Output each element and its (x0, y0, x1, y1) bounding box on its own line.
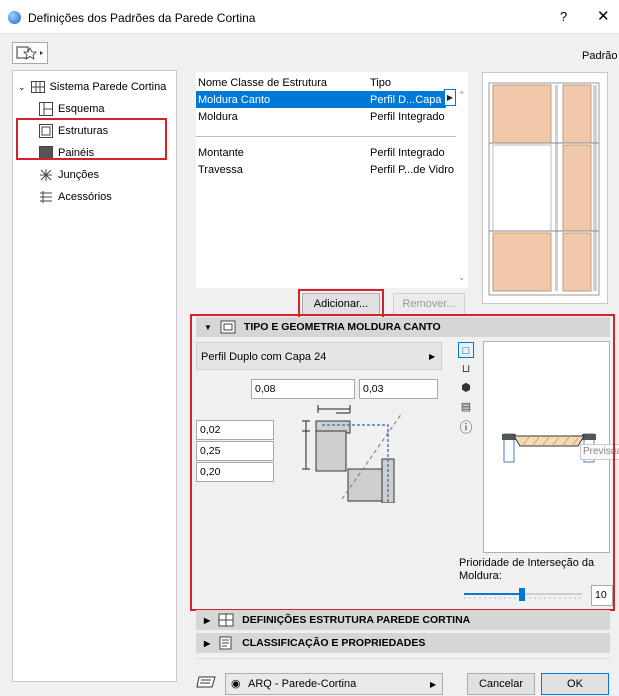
dropdown-arrow-icon: ▶ (429, 352, 436, 361)
scheme-icon (39, 102, 53, 116)
tree-item-esquema[interactable]: Esquema (39, 99, 104, 119)
3d-view-icon[interactable]: ⬢ (458, 380, 474, 396)
section-collapse-icon: ▶ (204, 615, 211, 625)
profile-dropdown[interactable]: Perfil Duplo com Capa 24 ▶ (196, 342, 442, 370)
scroll-down-icon[interactable]: ⌄ (458, 272, 466, 283)
tree-item-label: Painéis (58, 147, 95, 159)
section-expand-icon: ▼ (204, 322, 212, 332)
tree-item-acessorios[interactable]: Acessórios (39, 187, 112, 207)
slider-thumb[interactable] (519, 588, 525, 601)
tree-root-curtain-wall[interactable]: ⌄ Sistema Parede Cortina (18, 77, 166, 97)
layer-icon (196, 676, 216, 688)
frames-icon (39, 124, 53, 138)
tree-item-label: Acessórios (58, 191, 112, 203)
layer-value: ARQ - Parede-Cortina (248, 678, 357, 690)
row-name: Moldura Canto (198, 93, 271, 106)
width-a-field[interactable]: 0,08 (251, 379, 355, 399)
archicad-app-icon (8, 11, 21, 24)
list-row-selected[interactable]: Moldura Canto Perfil D...Capa 24 (196, 91, 457, 108)
junctions-icon (40, 169, 52, 181)
profile-value: Perfil Duplo com Capa 24 (201, 351, 327, 363)
curtain-wall-preview (482, 72, 608, 304)
chevron-down-icon[interactable]: ⌄ (18, 82, 26, 93)
section-header-frame-settings[interactable]: ▶ DEFINIÇÕES ESTRUTURA PAREDE CORTINA (196, 610, 610, 630)
frame-profile-diagram (302, 405, 403, 503)
list-header: Nome Classe de Estrutura Tipo (196, 74, 452, 91)
ok-button[interactable]: OK (541, 673, 609, 695)
preview-tooltip: Previsual (580, 444, 619, 460)
priority-slider[interactable] (464, 588, 584, 604)
type-popup-arrow[interactable]: ▶ (444, 89, 456, 106)
tree-root-label: Sistema Parede Cortina (49, 81, 167, 93)
row-type: Perfil Integrado (370, 146, 445, 159)
scroll-up-icon[interactable]: ⌃ (458, 90, 466, 101)
width-b-field[interactable]: 0,03 (359, 379, 438, 399)
section-title: DEFINIÇÕES ESTRUTURA PAREDE CORTINA (242, 614, 471, 626)
list-row[interactable]: Travessa Perfil P...de Vidro (196, 161, 454, 178)
row-name: Travessa (198, 163, 243, 176)
plan-view-icon[interactable]: □ (458, 342, 474, 358)
accessories-icon (40, 191, 52, 203)
layer-dropdown[interactable]: ◉ ARQ - Parede-Cortina ▶ (225, 673, 443, 695)
window-title: Definições dos Padrões da Parede Cortina (28, 11, 256, 25)
dropdown-arrow-icon: ▶ (430, 680, 437, 689)
tree-item-label: Estruturas (58, 125, 109, 137)
remove-button[interactable]: Remover... (393, 293, 465, 315)
favorites-button[interactable] (12, 42, 48, 64)
dim-d3-field[interactable]: 0,20 (196, 462, 274, 482)
frame-geometry-icon (220, 320, 236, 334)
section-collapse-icon: ▶ (204, 638, 211, 648)
section-title: CLASSIFICAÇÃO E PROPRIEDADES (242, 637, 426, 649)
priority-label: Prioridade de Interseção da Moldura: (459, 557, 595, 582)
row-name: Montante (198, 146, 244, 159)
section-view-icon[interactable]: ⊔ (458, 361, 474, 377)
title-bar: Definições dos Padrões da Parede Cortina… (0, 0, 619, 34)
list-row[interactable]: Montante Perfil Integrado (196, 144, 452, 161)
info-icon[interactable]: ⓘ (458, 420, 474, 436)
dim-d2-field[interactable]: 0,25 (196, 441, 274, 461)
column-header-name: Nome Classe de Estrutura (198, 76, 327, 89)
close-button[interactable]: ✕ (597, 7, 610, 25)
row-type: Perfil Integrado (370, 110, 445, 123)
section-header-classification[interactable]: ▶ CLASSIFICAÇÃO E PROPRIEDADES (196, 633, 610, 653)
section-header-geometry[interactable]: ▼ TIPO E GEOMETRIA MOLDURA CANTO (196, 317, 610, 337)
priority-value-field[interactable]: 10 (591, 585, 613, 606)
tree-item-label: Esquema (58, 103, 105, 115)
footer-separator (196, 658, 610, 659)
favorites-icon (16, 46, 43, 60)
tree-item-paineis[interactable]: Painéis (39, 143, 94, 163)
tree-item-label: Junções (58, 169, 99, 181)
cancel-button[interactable]: Cancelar (467, 673, 535, 695)
default-label: Padrão (582, 50, 618, 62)
panels-icon (39, 146, 53, 160)
curtain-wall-frame-icon (218, 613, 234, 627)
list-separator (196, 136, 456, 137)
settings-tree: ⌄ Sistema Parede Cortina Esquema Estrutu… (12, 70, 177, 682)
eye-icon: ◉ (231, 678, 241, 690)
section-title: TIPO E GEOMETRIA MOLDURA CANTO (243, 321, 441, 333)
frame-class-list: Nome Classe de Estrutura Tipo Moldura Ca… (196, 72, 468, 288)
list-row[interactable]: Moldura Perfil Integrado (196, 108, 452, 125)
elevation-view-icon[interactable]: ▤ (458, 399, 474, 415)
row-type: Perfil P...de Vidro (370, 163, 454, 176)
column-header-type: Tipo (370, 76, 391, 89)
classification-icon (219, 636, 232, 650)
add-button[interactable]: Adicionar... (302, 293, 380, 315)
curtain-wall-icon (30, 81, 45, 93)
dim-d1-field[interactable]: 0,02 (196, 420, 274, 440)
curtain-wall-preview-image (488, 82, 600, 296)
tree-item-juncoes[interactable]: Junções (39, 165, 99, 185)
row-name: Moldura (198, 110, 238, 123)
tree-item-estruturas[interactable]: Estruturas (39, 121, 108, 141)
help-button[interactable]: ? (560, 9, 567, 24)
